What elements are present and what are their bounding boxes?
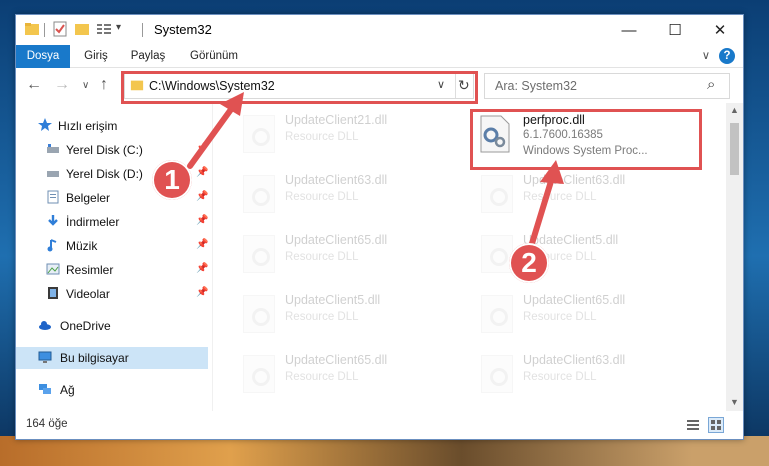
step-2-badge: 2 — [509, 243, 549, 283]
arrow-2 — [527, 175, 555, 253]
arrow-1 — [187, 105, 235, 169]
step-1-badge: 1 — [152, 160, 192, 200]
annotation-arrows — [187, 92, 564, 253]
arrow-2-head — [540, 160, 564, 184]
